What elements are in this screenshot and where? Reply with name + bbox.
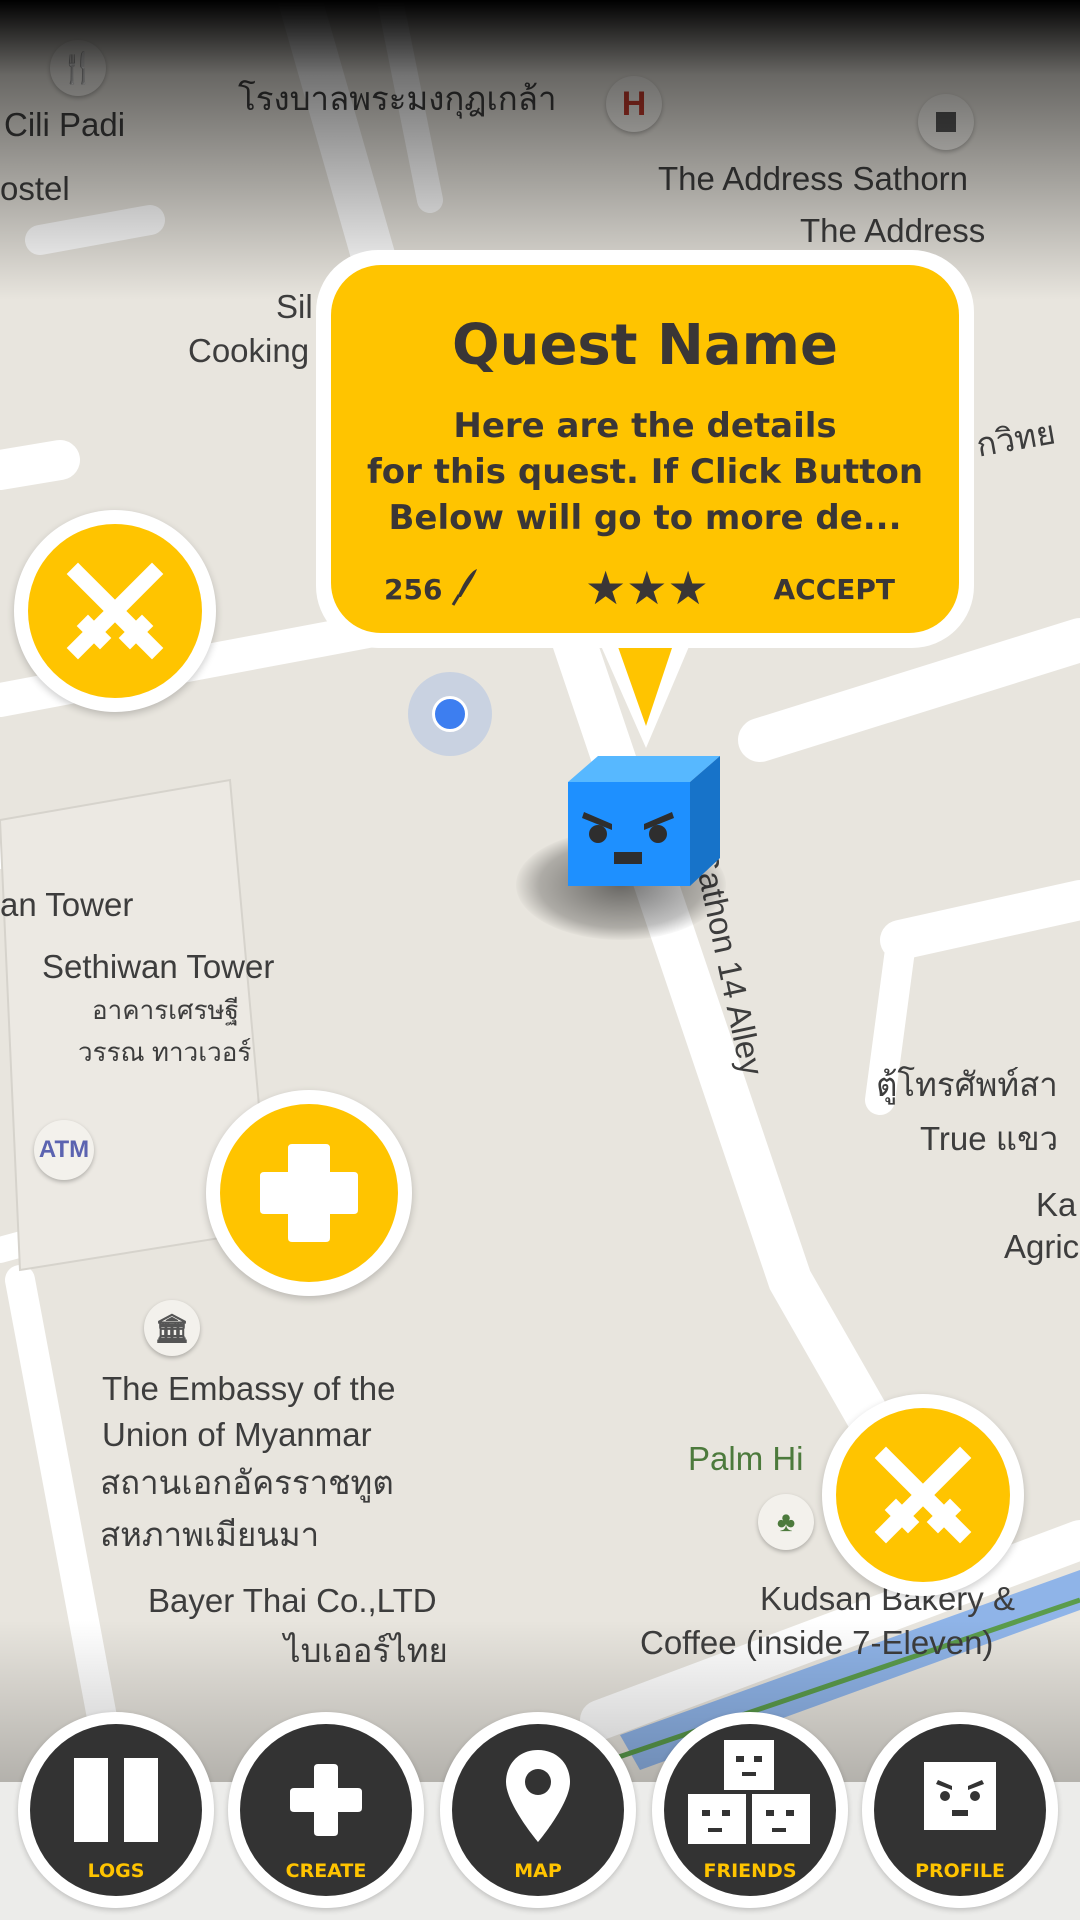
map-label-address-sathorn: The Address Sathorn bbox=[658, 160, 969, 197]
quest-description: Here are the details for this quest. If … bbox=[366, 406, 924, 538]
user-location-dot bbox=[408, 672, 492, 756]
nav-map-button[interactable]: MAP bbox=[440, 1712, 636, 1908]
quest-marker-battle-2[interactable] bbox=[822, 1394, 1024, 1596]
map-label-sil: Sil bbox=[276, 288, 313, 325]
quest-footer: 256 ★★★ ACCEPT bbox=[331, 565, 959, 613]
nav-create-label: CREATE bbox=[285, 1860, 367, 1882]
star-icon: ★ bbox=[667, 561, 709, 615]
map-label-hospital: โรงบาลพระมงกุฎเกล้า bbox=[238, 80, 557, 117]
quest-title: Quest Name bbox=[451, 313, 839, 378]
nav-create-button[interactable]: CREATE bbox=[228, 1712, 424, 1908]
nav-logs-label: LOGS bbox=[87, 1860, 145, 1882]
swords-icon bbox=[28, 524, 202, 698]
map-label-bayer1: Bayer Thai Co.,LTD bbox=[148, 1582, 437, 1619]
map-label-embassy2: Union of Myanmar bbox=[102, 1416, 372, 1453]
map-label-cooking: Cooking bbox=[188, 332, 310, 369]
health-cross-icon bbox=[220, 1104, 398, 1282]
profile-icon bbox=[924, 1762, 996, 1830]
map-label-embassy-thai1: สถานเอกอัครราชทูต bbox=[100, 1464, 394, 1501]
map-label-tower: an Tower bbox=[0, 886, 134, 923]
atm-icon[interactable]: ATM bbox=[34, 1120, 94, 1180]
map-label-ka: Ka bbox=[1036, 1186, 1077, 1223]
bubble-pointer bbox=[594, 630, 696, 748]
plus-icon bbox=[290, 1764, 362, 1836]
map-label-agric: Agric bbox=[1004, 1228, 1080, 1265]
nav-logs-button[interactable]: LOGS bbox=[18, 1712, 214, 1908]
nav-profile-button[interactable]: PROFILE bbox=[862, 1712, 1058, 1908]
building-icon[interactable] bbox=[918, 94, 974, 150]
quill-icon bbox=[451, 569, 477, 606]
map-label-sethiwan-thai1: อาคารเศรษฐี bbox=[92, 995, 240, 1025]
restaurant-icon[interactable]: 🍴 bbox=[50, 40, 106, 96]
star-icon: ★ bbox=[626, 561, 668, 615]
map-label-kudsan2: Coffee (inside 7-Eleven) bbox=[640, 1624, 994, 1661]
map-label-the-address: The Address bbox=[800, 212, 986, 249]
pause-icon bbox=[74, 1758, 158, 1842]
map-label-cili-padi: Cili Padi bbox=[4, 106, 126, 143]
swords-icon bbox=[836, 1408, 1010, 1582]
map-label-bayer-thai: ไบเออร์ไทย bbox=[284, 1632, 448, 1669]
map-label-embassy1: The Embassy of the bbox=[102, 1370, 396, 1407]
quest-points: 256 bbox=[384, 573, 443, 606]
map-label-true: True แขว bbox=[920, 1120, 1059, 1157]
spa-icon[interactable]: ♣ bbox=[758, 1494, 814, 1550]
map-label-hostel: ostel bbox=[0, 170, 70, 207]
hospital-icon[interactable]: H bbox=[606, 76, 662, 132]
map-label-sethiwan-thai2: วรรณ ทาวเวอร์ bbox=[78, 1037, 252, 1067]
map-label-palm-hi: Palm Hi bbox=[688, 1440, 804, 1477]
location-pin-icon bbox=[506, 1750, 570, 1842]
quest-rating: ★★★ bbox=[585, 565, 709, 611]
quest-marker-battle-1[interactable] bbox=[14, 510, 216, 712]
quest-popup[interactable]: Quest Name Here are the details for this… bbox=[316, 250, 974, 648]
accept-button[interactable]: ACCEPT bbox=[773, 573, 895, 606]
player-avatar[interactable] bbox=[566, 754, 724, 890]
friends-icon bbox=[688, 1740, 810, 1844]
star-icon: ★ bbox=[585, 561, 627, 615]
nav-profile-label: PROFILE bbox=[915, 1860, 1005, 1882]
nav-friends-label: FRIENDS bbox=[703, 1860, 797, 1882]
embassy-icon[interactable]: 🏛 bbox=[144, 1300, 200, 1356]
map-label-sethiwan: Sethiwan Tower bbox=[42, 948, 275, 985]
quest-marker-heal[interactable] bbox=[206, 1090, 412, 1296]
map-label-embassy-thai2: สหภาพเมียนมา bbox=[100, 1516, 320, 1553]
map-label-phone: ตู้โทรศัพท์สา bbox=[876, 1066, 1058, 1103]
nav-friends-button[interactable]: FRIENDS bbox=[652, 1712, 848, 1908]
nav-map-label: MAP bbox=[514, 1860, 562, 1882]
